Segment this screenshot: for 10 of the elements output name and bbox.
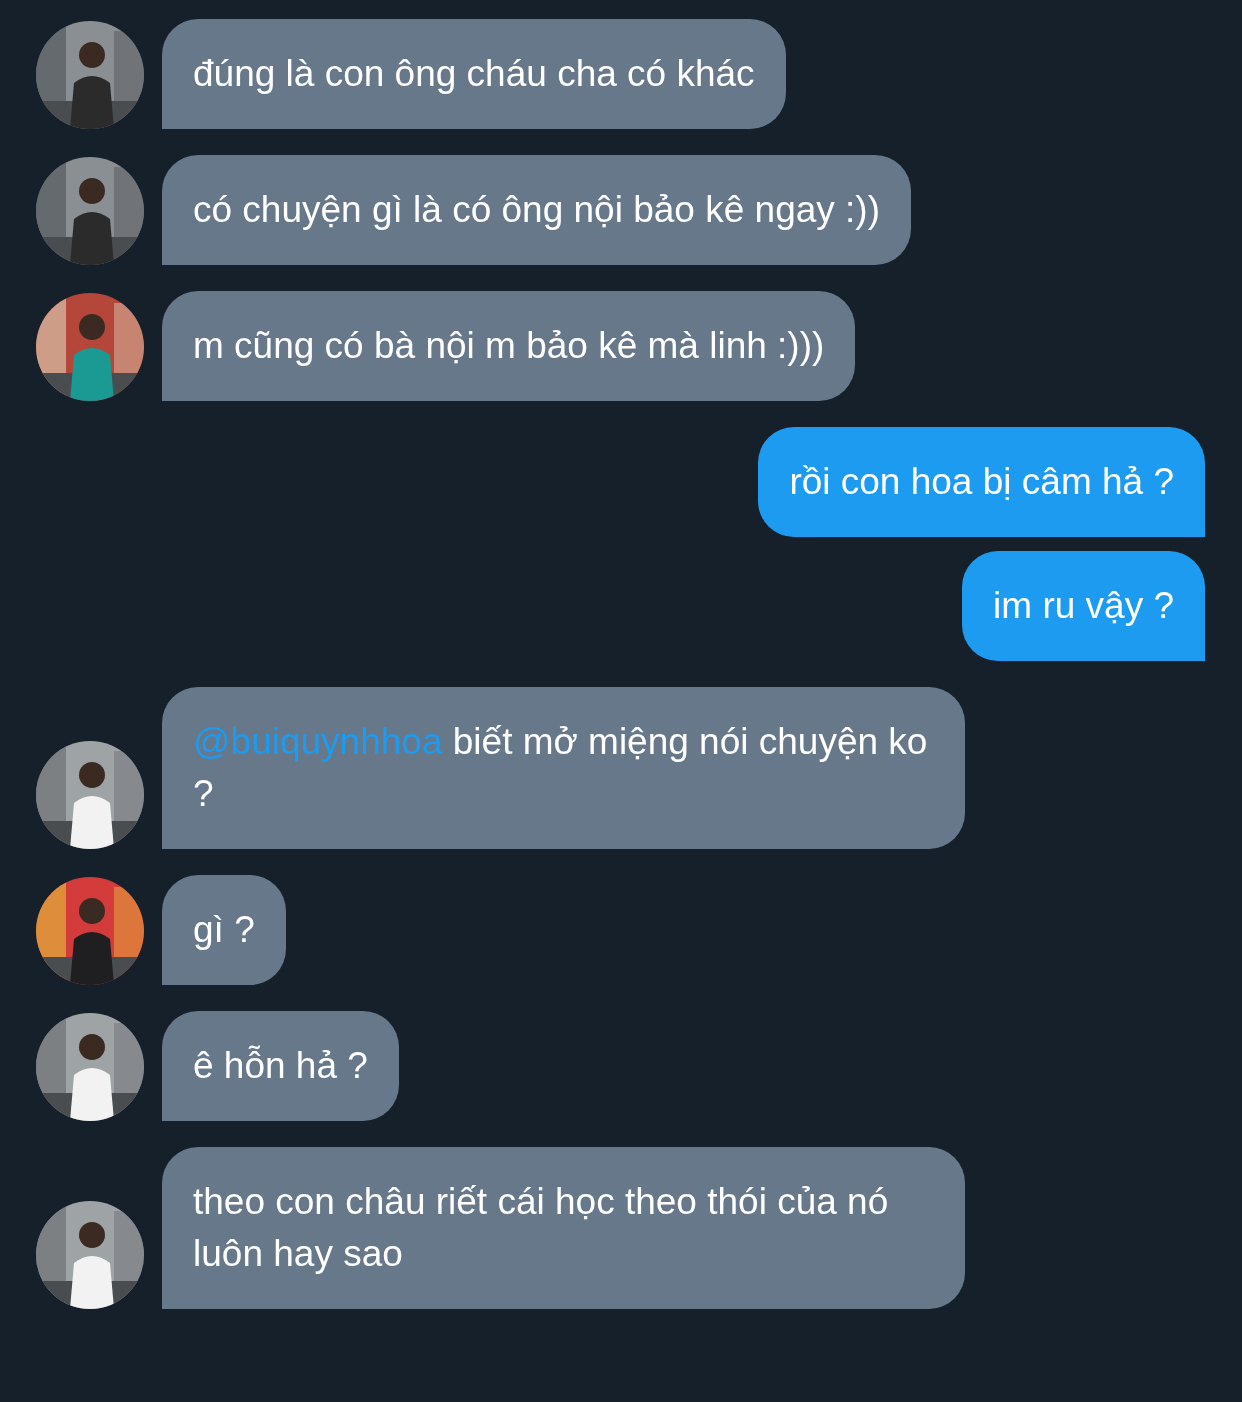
message-bubble: rồi con hoa bị câm hả ? xyxy=(758,427,1205,537)
message-bubble: gì ? xyxy=(162,875,286,985)
message-bubble: theo con châu riết cái học theo thói của nó luôn hay sao xyxy=(162,1147,965,1309)
message-bubble: đúng là con ông cháu cha có khác xyxy=(162,19,786,129)
message-bubble: ê hỗn hả ? xyxy=(162,1011,399,1121)
message-bubble: @buiquynhhoa biết mở miệng nói chuyện ko ? xyxy=(162,687,965,849)
message-bubble: có chuyện gì là có ông nội bảo kê ngay :)) xyxy=(162,155,911,265)
message-bubble: m cũng có bà nội m bảo kê mà linh :))) xyxy=(162,291,856,401)
message-bubble: im ru vậy ? xyxy=(962,551,1205,661)
mention-link[interactable]: @buiquynhhoa xyxy=(193,721,443,762)
